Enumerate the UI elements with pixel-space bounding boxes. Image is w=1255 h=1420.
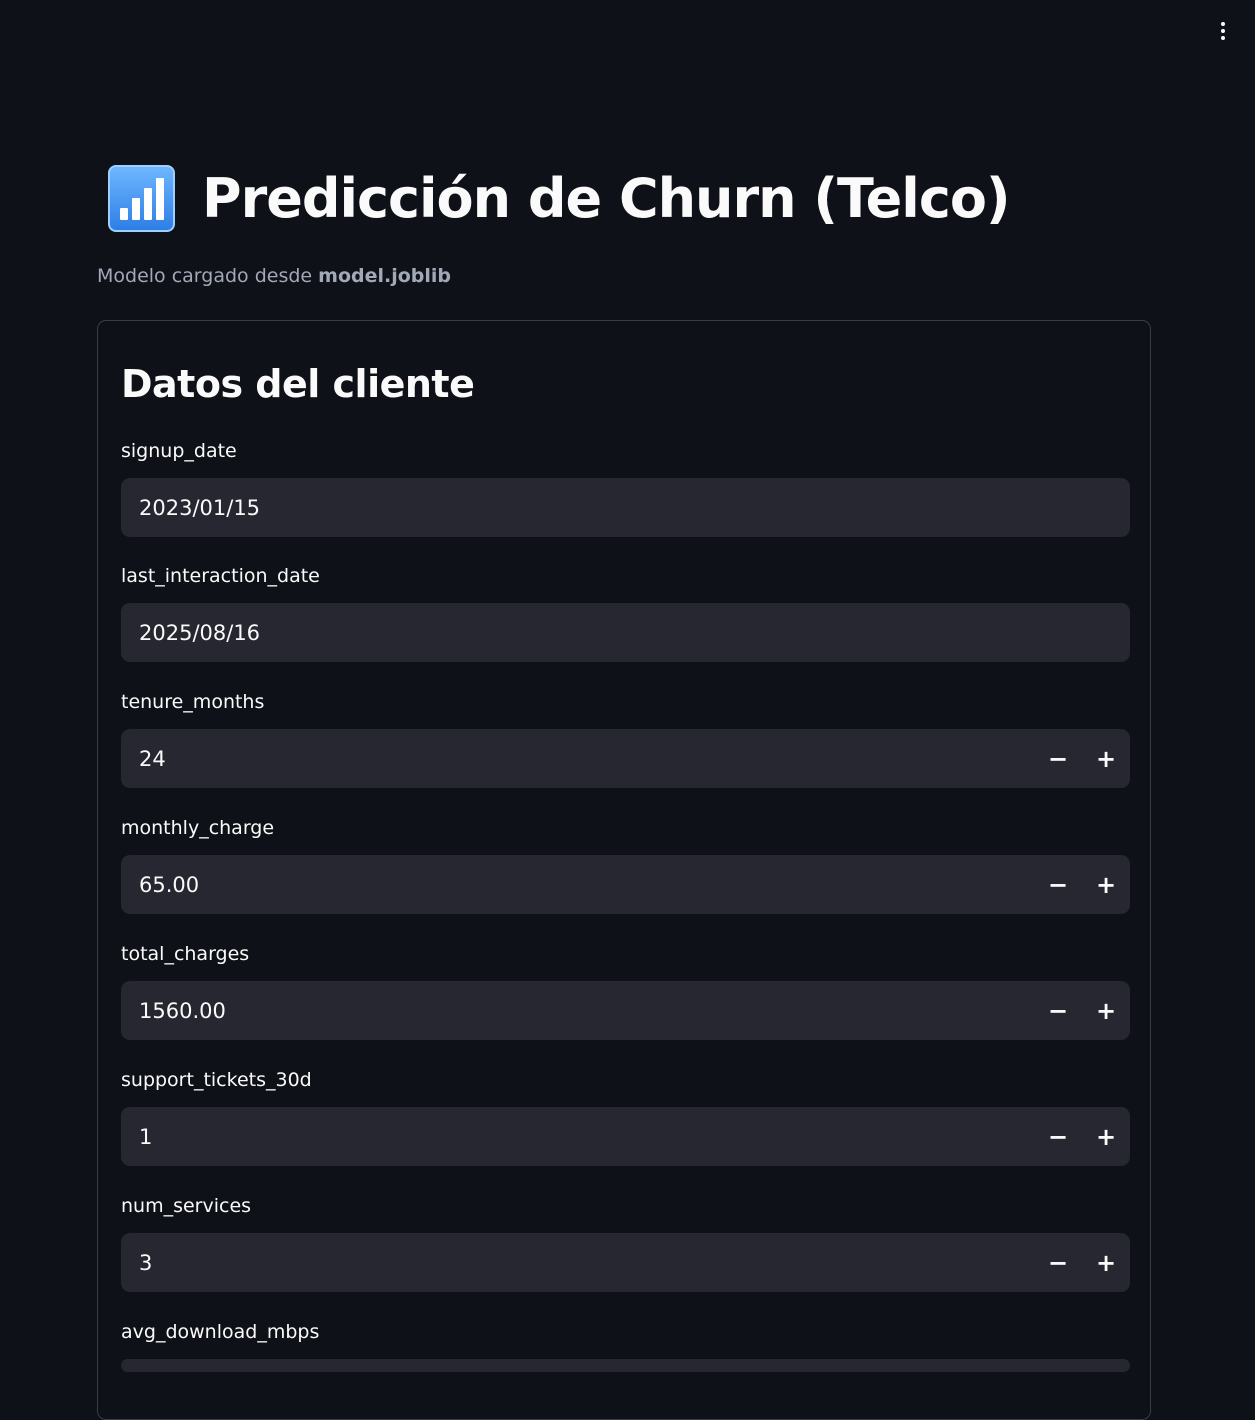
avg-download-mbps-input[interactable] [121,1359,1130,1372]
support-tickets-30d-decrement-button[interactable]: − [1034,1107,1082,1166]
tenure-months-label: tenure_months [121,691,265,713]
total-charges-decrement-button[interactable]: − [1034,981,1082,1040]
last-interaction-date-value: 2025/08/16 [139,620,261,645]
model-caption: Modelo cargado desde model.joblib [97,265,451,287]
page-title: Predicción de Churn (Telco) [202,166,1011,230]
support-tickets-30d-label: support_tickets_30d [121,1069,312,1091]
monthly-charge-input[interactable]: 65.00 − + [121,855,1130,914]
tenure-months-decrement-button[interactable]: − [1034,729,1082,788]
vertical-dots-icon-dot [1221,29,1225,33]
monthly-charge-decrement-button[interactable]: − [1034,855,1082,914]
total-charges-label: total_charges [121,943,250,965]
monthly-charge-label: monthly_charge [121,817,275,839]
num-services-decrement-button[interactable]: − [1034,1233,1082,1292]
support-tickets-30d-stepper: − + [1034,1107,1130,1166]
total-charges-input[interactable]: 1560.00 − + [121,981,1130,1040]
vertical-dots-icon [1221,22,1225,26]
vertical-dots-icon-dot [1221,36,1225,40]
support-tickets-30d-increment-button[interactable]: + [1082,1107,1130,1166]
total-charges-stepper: − + [1034,981,1130,1040]
total-charges-value: 1560.00 [139,998,226,1023]
page-header: Predicción de Churn (Telco) [108,160,1011,236]
avg-download-mbps-label: avg_download_mbps [121,1321,320,1343]
bar-chart-icon [108,164,175,232]
last-interaction-date-label: last_interaction_date [121,565,320,587]
support-tickets-30d-value: 1 [139,1124,153,1149]
tenure-months-input[interactable]: 24 − + [121,729,1130,788]
tenure-months-stepper: − + [1034,729,1130,788]
main-menu-button[interactable] [1206,14,1240,48]
monthly-charge-increment-button[interactable]: + [1082,855,1130,914]
model-file-name: model.joblib [318,265,452,287]
signup-date-input[interactable]: 2023/01/15 [121,478,1130,537]
form-title: Datos del cliente [121,362,475,406]
tenure-months-increment-button[interactable]: + [1082,729,1130,788]
monthly-charge-stepper: − + [1034,855,1130,914]
signup-date-label: signup_date [121,440,237,462]
num-services-stepper: − + [1034,1233,1130,1292]
total-charges-increment-button[interactable]: + [1082,981,1130,1040]
tenure-months-value: 24 [139,746,166,771]
num-services-increment-button[interactable]: + [1082,1233,1130,1292]
support-tickets-30d-input[interactable]: 1 − + [121,1107,1130,1166]
num-services-label: num_services [121,1195,252,1217]
num-services-value: 3 [139,1250,153,1275]
signup-date-value: 2023/01/15 [139,495,261,520]
caption-prefix: Modelo cargado desde [97,265,319,287]
last-interaction-date-input[interactable]: 2025/08/16 [121,603,1130,662]
num-services-input[interactable]: 3 − + [121,1233,1130,1292]
monthly-charge-value: 65.00 [139,872,200,897]
